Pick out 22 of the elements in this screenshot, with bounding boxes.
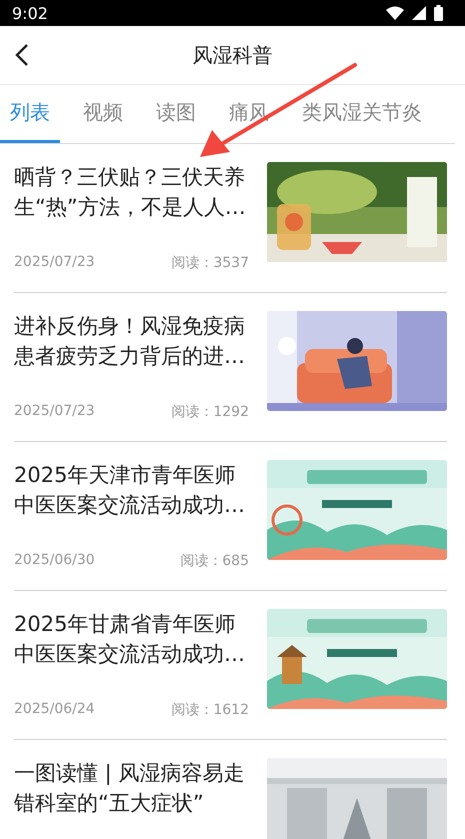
read-count: 阅读：1292 [171, 403, 249, 421]
article-date: 2025/06/24 [14, 701, 95, 719]
article-date: 2025/06/30 [14, 552, 95, 570]
page-title: 风湿科普 [192, 42, 272, 68]
read-count: 阅读：685 [180, 552, 249, 570]
article-title[interactable]: 2025年甘肃省青年医师中医医案交流活动成功… [14, 609, 249, 669]
battery-icon [434, 5, 443, 21]
status-time: 9:02 [12, 4, 48, 22]
tab[interactable]: 视频 [73, 85, 133, 143]
tab[interactable]: 列表 [0, 85, 60, 143]
tab[interactable]: 类风湿关节炎 [292, 85, 432, 143]
signal-icon [412, 6, 426, 20]
article-title[interactable]: 一图读懂 | 风湿病容易走错科室的“五大症状” [14, 758, 249, 818]
article-date: 2025/07/23 [14, 403, 95, 421]
article-title[interactable]: 晒背？三伏贴？三伏天养生“热”方法，不是人人… [14, 162, 249, 222]
article-title[interactable]: 进补反伤身！风湿免疫病患者疲劳乏力背后的进… [14, 311, 249, 371]
tab[interactable]: 读图 [146, 85, 206, 143]
read-count: 阅读：3537 [171, 254, 249, 272]
article-date: 2025/07/23 [14, 254, 95, 272]
read-count: 阅读：1612 [171, 701, 249, 719]
article-title[interactable]: 2025年天津市青年医师中医医案交流活动成功… [14, 460, 249, 520]
wifi-icon [386, 6, 404, 20]
